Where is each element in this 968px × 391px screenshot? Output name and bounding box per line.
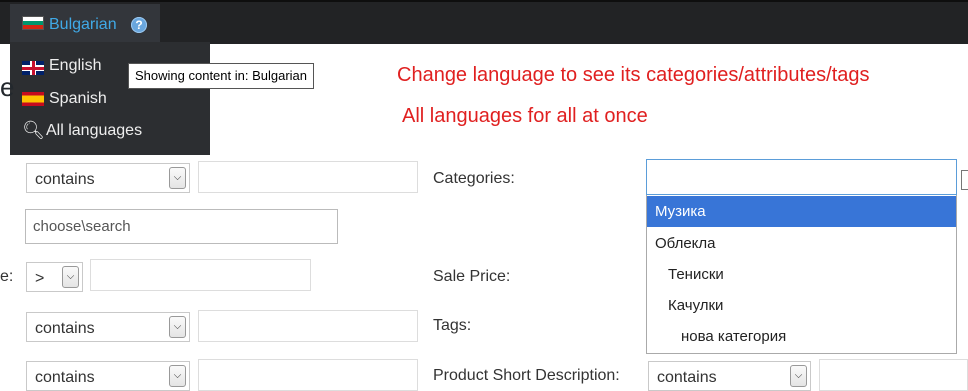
filter-label-fragment: e: xyxy=(0,268,14,285)
bulgaria-flag-icon xyxy=(22,16,44,30)
filter-operator-select[interactable]: contains ⌵ xyxy=(26,361,190,391)
chevron-down-icon: ⌵ xyxy=(169,316,186,338)
language-option-label: English xyxy=(49,57,102,74)
language-option-all[interactable]: 🔍︎ All languages xyxy=(10,117,210,147)
short-description-value-input[interactable] xyxy=(819,359,968,391)
short-description-label: Product Short Description: xyxy=(433,367,620,384)
page-title-fragment: e xyxy=(0,72,15,102)
chevron-down-icon: ⌵ xyxy=(790,365,807,387)
annotation-note: All languages for all at once xyxy=(402,105,648,127)
category-option[interactable]: Тениски xyxy=(647,259,956,290)
globe-icon: 🔍︎ xyxy=(22,120,45,140)
categories-label: Categories: xyxy=(433,170,515,187)
filter-value-input[interactable] xyxy=(198,161,418,193)
chevron-down-icon: ⌵ xyxy=(62,266,79,288)
filter-operator-select[interactable]: contains ⌵ xyxy=(26,163,190,193)
category-option[interactable]: Облекла xyxy=(647,228,956,259)
language-dropdown-menu: English Spanish 🔍︎ All languages xyxy=(10,42,210,155)
choose-search-input[interactable]: choose\search xyxy=(25,209,338,244)
tags-label: Tags: xyxy=(433,317,472,334)
language-tooltip: Showing content in: Bulgarian xyxy=(128,63,315,89)
language-option-spanish[interactable]: Spanish xyxy=(10,85,210,115)
chevron-down-icon: ⌵ xyxy=(169,365,186,387)
language-option-label: All languages xyxy=(46,122,143,139)
short-description-operator-select[interactable]: contains ⌵ xyxy=(648,361,811,391)
top-admin-bar: Bulgarian ? xyxy=(0,0,968,44)
filter-value-input[interactable] xyxy=(198,310,418,342)
help-icon[interactable]: ? xyxy=(131,17,147,33)
language-option-label: Spanish xyxy=(49,90,107,107)
price-value-input[interactable] xyxy=(90,259,311,291)
filter-operator-select[interactable]: contains ⌵ xyxy=(26,312,190,342)
categories-search-input[interactable] xyxy=(646,159,957,195)
annotation-note: Change language to see its categories/at… xyxy=(397,64,870,86)
category-option[interactable]: Музика xyxy=(647,196,956,227)
current-language-label[interactable]: Bulgarian xyxy=(49,16,117,34)
price-operator-select[interactable]: > ⌵ xyxy=(26,262,83,292)
language-switcher[interactable]: Bulgarian ? xyxy=(10,4,160,44)
uk-flag-icon xyxy=(22,61,44,75)
category-option[interactable]: нова категория xyxy=(647,321,956,352)
spain-flag-icon xyxy=(22,92,44,106)
sale-price-label: Sale Price: xyxy=(433,268,511,285)
filter-value-input[interactable] xyxy=(198,359,418,391)
chevron-down-icon: ⌵ xyxy=(169,167,186,189)
categories-dropdown-list: Музика Облекла Тениски Качулки нова кате… xyxy=(646,195,957,354)
checkbox[interactable] xyxy=(961,170,968,190)
category-option[interactable]: Качулки xyxy=(647,290,956,321)
